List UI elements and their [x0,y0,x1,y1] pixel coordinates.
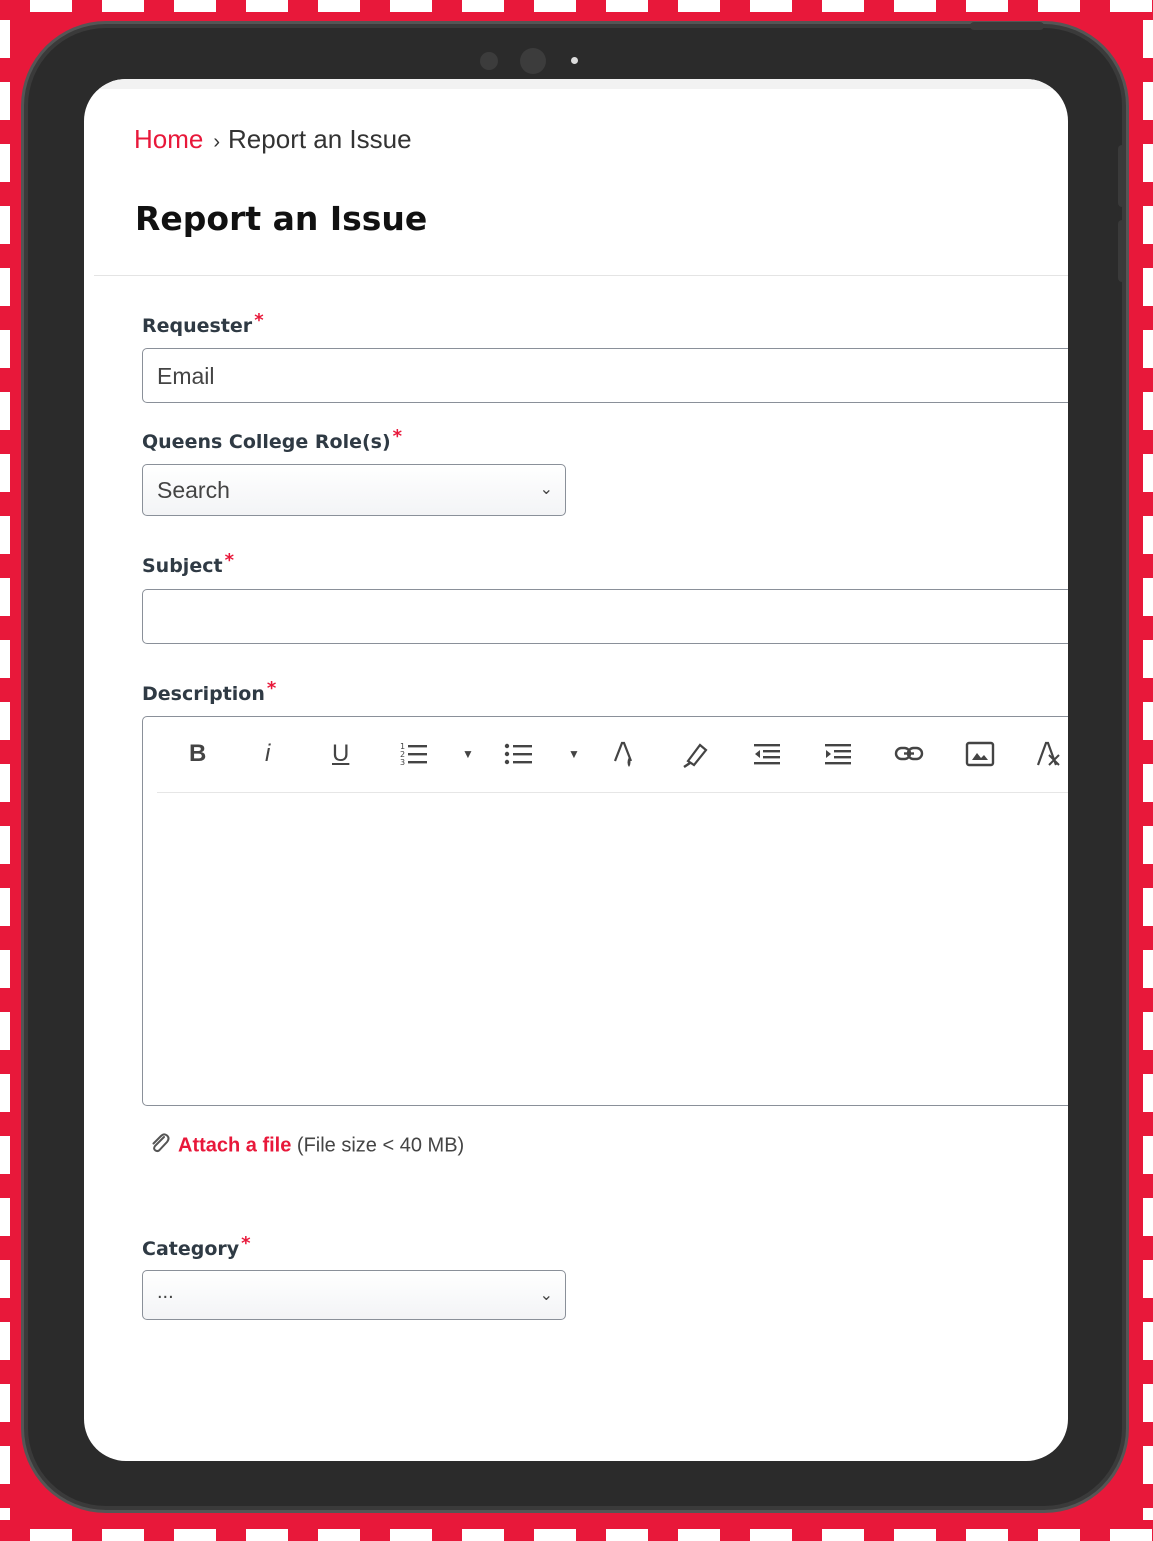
attach-file-size-note: (File size < 40 MB) [296,1134,465,1157]
svg-text:3: 3 [400,758,405,767]
camera-dot [480,52,498,70]
tablet-screen: Home › Report an Issue Report an Issue Req… [84,79,1068,1461]
breadcrumb-home-link[interactable]: Home [134,124,203,154]
page-title: Report an Issue [135,199,428,238]
attach-file-row: Attach a file (File size < 40 MB) [148,1131,464,1161]
power-button [970,22,1044,30]
dashed-border-top [0,0,1153,12]
highlight-icon[interactable] [682,739,710,769]
subject-label: Subject * [142,550,234,577]
dashed-border-left [0,20,10,1520]
requester-label-text: Requester [142,315,253,337]
subject-input[interactable] [142,589,1068,644]
paperclip-icon [148,1131,172,1161]
required-mark: * [266,678,277,699]
required-mark: * [241,1233,251,1254]
font-color-icon[interactable] [612,739,638,769]
role-select[interactable]: Search ⌄ [142,464,566,516]
description-label: Description * [142,678,276,705]
breadcrumb-current: Report an Issue [228,124,412,154]
required-mark: * [392,426,403,447]
required-mark: * [254,310,264,331]
bold-icon[interactable]: B [189,739,206,769]
volume-down-button [1118,220,1126,282]
requester-value: Email [157,363,215,389]
italic-icon[interactable]: i [265,739,270,769]
indent-icon[interactable] [824,739,852,769]
sensor-dot [571,57,578,64]
category-label-text: Category [142,1238,240,1260]
chevron-down-icon: ⌄ [539,1287,553,1304]
unordered-list-icon[interactable] [504,739,534,769]
breadcrumb-separator: › [213,131,221,153]
requester-input[interactable]: Email [142,348,1068,403]
required-mark: * [224,550,234,571]
chevron-down-icon: ⌄ [539,481,553,498]
role-select-value: Search [157,477,230,503]
link-icon[interactable] [894,739,924,769]
clear-format-icon[interactable] [1035,739,1061,769]
outdent-icon[interactable] [753,739,781,769]
requester-label: Requester * [142,310,264,337]
role-label-text: Queens College Role(s) [142,431,391,453]
dashed-border-bottom [0,1529,1153,1541]
ordered-list-icon[interactable]: 123 [399,739,429,769]
breadcrumb: Home › Report an Issue [134,124,412,155]
role-label: Queens College Role(s) * [142,426,402,453]
camera-lens [520,48,546,74]
description-label-text: Description [142,683,265,705]
volume-up-button [1118,145,1126,207]
dashed-border-right [1143,20,1153,1520]
ordered-list-dropdown-icon[interactable]: ▼ [462,739,474,769]
description-editor[interactable]: B i U 123 ▼ ▼ [142,716,1068,1106]
editor-toolbar: B i U 123 ▼ ▼ [157,717,1068,793]
screen-top-strip [84,79,1068,89]
attach-file-link[interactable]: Attach a file [178,1134,291,1156]
category-label: Category * [142,1233,251,1260]
category-select[interactable]: ... ⌄ [142,1270,566,1320]
unordered-list-dropdown-icon[interactable]: ▼ [568,739,580,769]
image-icon[interactable] [965,739,995,769]
subject-label-text: Subject [142,555,223,577]
header-divider [94,275,1068,276]
category-select-value: ... [157,1281,174,1303]
underline-icon[interactable]: U [332,739,349,769]
